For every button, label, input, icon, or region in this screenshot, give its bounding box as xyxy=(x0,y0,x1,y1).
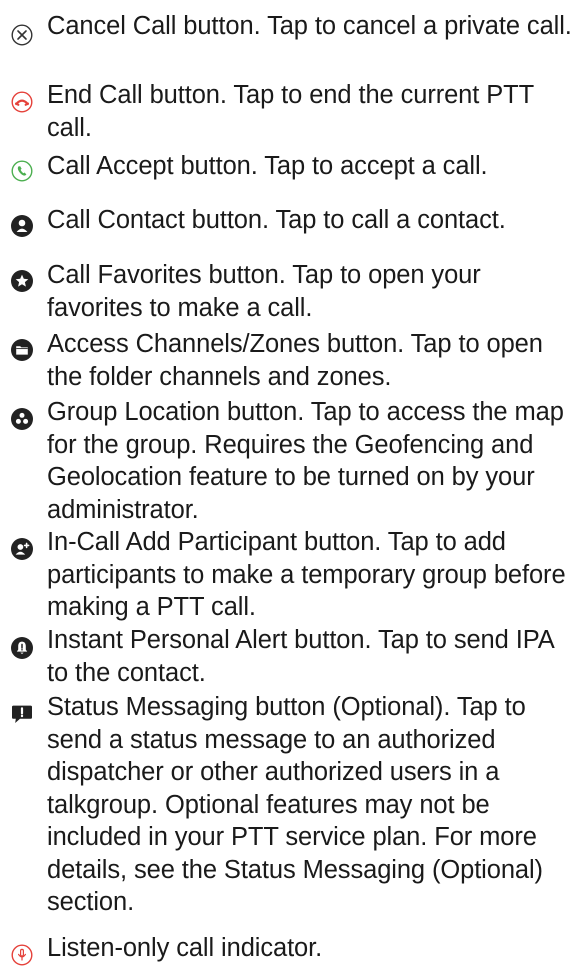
list-item-text: Instant Personal Alert button. Tap to se… xyxy=(47,626,554,687)
list-item-text: Listen-only call indicator. xyxy=(47,934,323,962)
list-item-text: Cancel Call button. Tap to cancel a priv… xyxy=(47,12,572,40)
cancel-x-icon xyxy=(11,24,33,46)
list-item-text: Call Favorites button. Tap to open your … xyxy=(47,261,481,322)
list-item-text: Call Contact button. Tap to call a conta… xyxy=(47,206,506,234)
add-participant-icon xyxy=(11,538,33,560)
list-item-text: In-Call Add Participant button. Tap to a… xyxy=(47,528,566,621)
list-item-text: End Call button. Tap to end the current … xyxy=(47,81,534,142)
list-item-text: Status Messaging button (Optional). Tap … xyxy=(47,693,543,916)
personal-alert-bell-icon xyxy=(11,637,33,659)
call-accept-icon xyxy=(11,160,33,182)
list-item-text: Call Accept button. Tap to accept a call… xyxy=(47,152,488,180)
contact-person-icon xyxy=(11,215,33,237)
status-message-icon xyxy=(11,703,33,725)
group-location-icon xyxy=(11,408,33,430)
list-item-text: Access Channels/Zones button. Tap to ope… xyxy=(47,330,543,391)
favorites-star-icon xyxy=(11,270,33,292)
end-call-icon xyxy=(11,91,33,113)
list-item-text: Group Location button. Tap to access the… xyxy=(47,398,564,524)
listen-only-icon xyxy=(11,944,33,966)
folder-icon xyxy=(11,339,33,361)
